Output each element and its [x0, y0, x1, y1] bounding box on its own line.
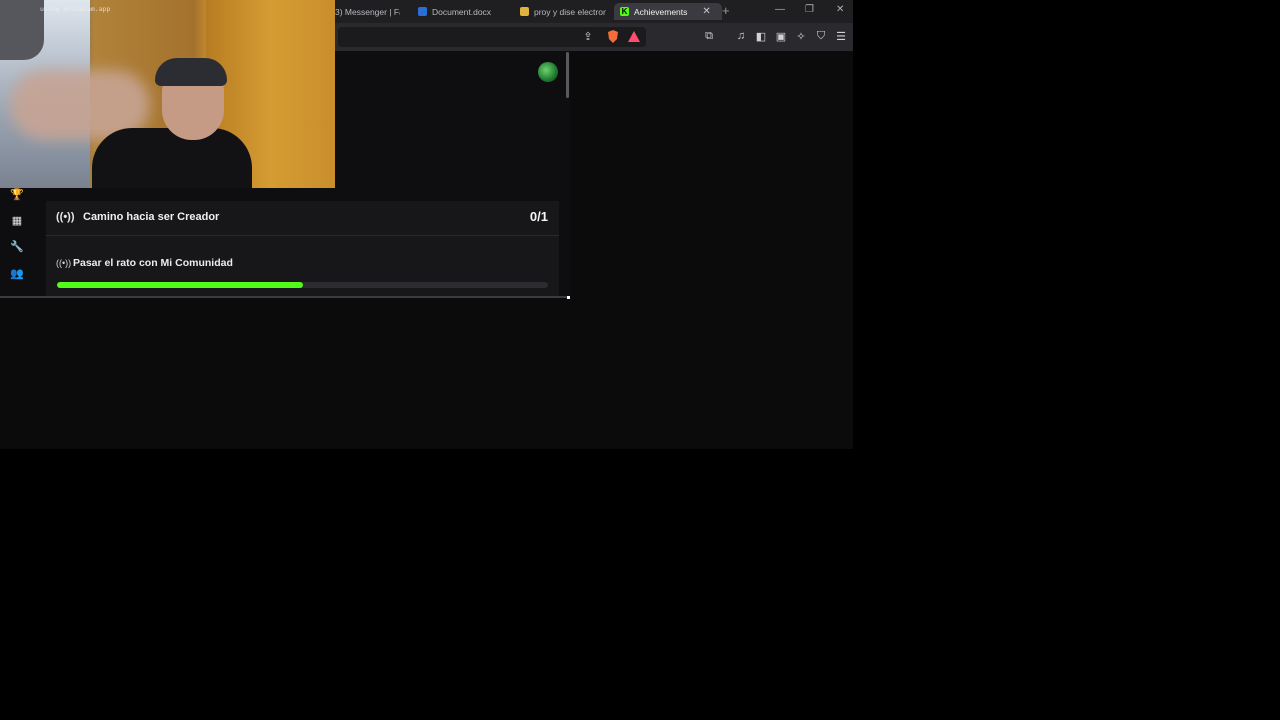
- film-icon[interactable]: ▦: [10, 213, 24, 227]
- tab-achievements[interactable]: K Achievements ✕: [614, 3, 722, 20]
- brave-shields-icon[interactable]: [606, 29, 620, 43]
- card-title: Camino hacia ser Creador: [83, 211, 220, 223]
- broadcast-small-icon: ((•)): [56, 258, 72, 268]
- progress-bar: [57, 282, 548, 288]
- person-cap: [155, 58, 227, 86]
- leo-ai-icon[interactable]: ✧: [794, 29, 808, 43]
- wrench-icon[interactable]: 🔧: [10, 239, 24, 253]
- menu-icon[interactable]: ☰: [834, 29, 848, 43]
- trophy-icon[interactable]: 🏆: [10, 187, 24, 201]
- screenshot-icon[interactable]: ⧉: [702, 29, 716, 43]
- tab-messenger[interactable]: 3) Messenger | Fa: [335, 3, 400, 20]
- cursor-dot: [567, 296, 570, 299]
- task-title: Pasar el rato con Mi Comunidad: [73, 257, 233, 269]
- word-doc-icon: [418, 7, 427, 16]
- webcam-overlay: using droidcam.app: [0, 0, 335, 188]
- broadcast-icon: ((•)): [56, 211, 75, 223]
- vpn-shield-icon[interactable]: ⛉: [814, 29, 828, 43]
- music-icon[interactable]: ♫: [734, 29, 748, 43]
- tab-document[interactable]: Document.docx: [418, 3, 508, 20]
- tab-label: Document.docx: [432, 6, 492, 17]
- kick-icon: K: [620, 7, 629, 16]
- webcam-watermark: using droidcam.app: [40, 5, 111, 13]
- minimize-icon[interactable]: —: [775, 4, 785, 15]
- brave-rewards-icon[interactable]: [627, 29, 641, 43]
- tab-label: Achievements: [634, 6, 688, 17]
- users-icon[interactable]: 👥: [10, 266, 24, 280]
- image-icon: [520, 7, 529, 16]
- sidebar-icon[interactable]: ◧: [754, 29, 768, 43]
- achievement-card: ((•)) Camino hacia ser Creador 0/1 ((•))…: [46, 201, 559, 298]
- new-tab-button[interactable]: +: [722, 3, 730, 18]
- card-count: 0/1: [529, 209, 548, 224]
- avatar[interactable]: [538, 62, 558, 82]
- tab-label: 3) Messenger | Fa: [335, 6, 400, 17]
- restore-icon[interactable]: ❐: [805, 4, 814, 15]
- progress-fill: [57, 282, 303, 288]
- shoulder: [0, 0, 44, 60]
- browser-window: 3) Messenger | Fa Document.docx proy y d…: [0, 0, 853, 449]
- viewport-edge: [0, 296, 570, 298]
- person-body: [92, 128, 252, 188]
- wallet-icon[interactable]: ▣: [774, 29, 788, 43]
- share-icon[interactable]: ⇪: [581, 29, 595, 43]
- tab-label: proy y dise electron: [534, 6, 606, 17]
- close-window-icon[interactable]: ✕: [836, 4, 844, 15]
- close-tab-icon[interactable]: ✕: [702, 6, 710, 17]
- address-bar[interactable]: [338, 27, 646, 47]
- scrollbar[interactable]: [566, 52, 569, 98]
- tab-proy[interactable]: proy y dise electron: [520, 3, 606, 20]
- sidebar: 🏆 ▦ 🔧 👥: [0, 185, 34, 298]
- card-header: ((•)) Camino hacia ser Creador 0/1: [46, 201, 559, 236]
